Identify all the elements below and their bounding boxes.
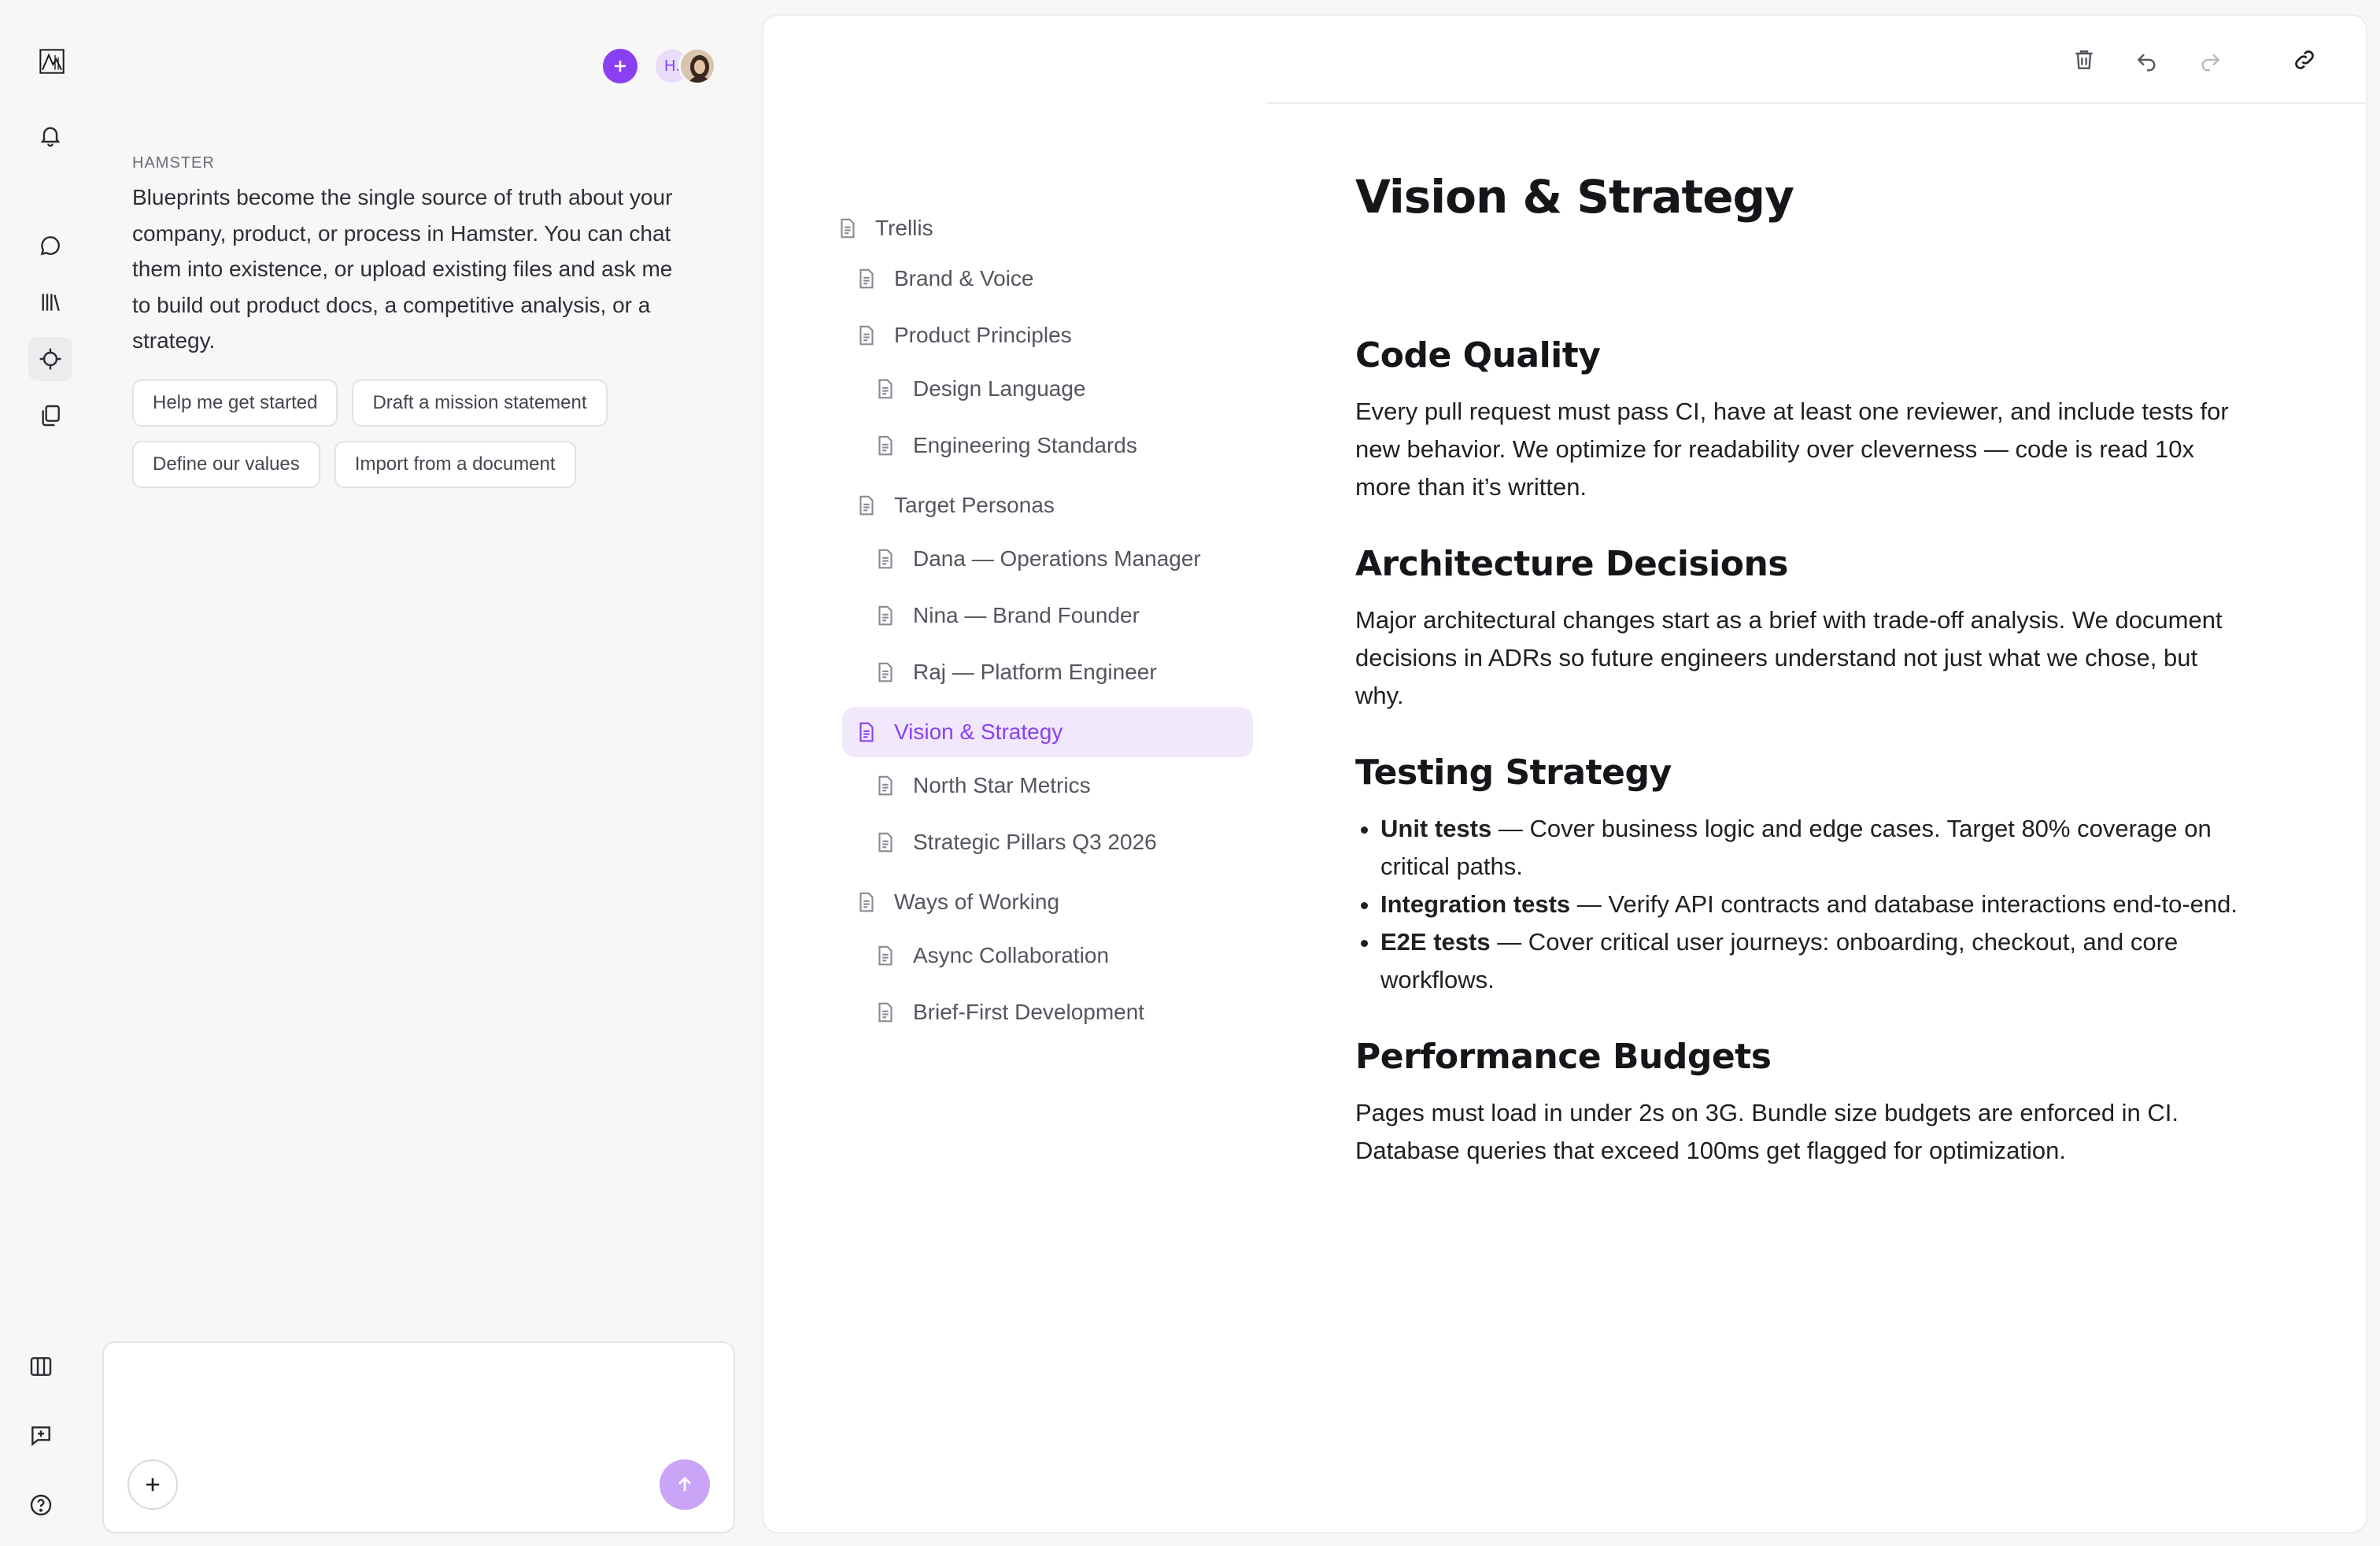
- assistant-message: Blueprints become the single source of t…: [132, 185, 673, 353]
- document-icon: [878, 379, 893, 399]
- tree-item-target-personas[interactable]: Target Personas: [836, 480, 1261, 531]
- list-item-text: — Cover business logic and edge cases. T…: [1380, 815, 2212, 880]
- chip-define-values[interactable]: Define our values: [132, 441, 320, 488]
- tree-item-label: Vision & Strategy: [894, 719, 1063, 744]
- document-content[interactable]: Vision & Strategy Code Quality Every pul…: [1355, 170, 2252, 1170]
- new-message-icon[interactable]: [25, 1420, 57, 1452]
- list-item-label: Integration tests: [1380, 890, 1571, 918]
- tree-item-label: Async Collaboration: [913, 943, 1110, 967]
- document-icon: [878, 945, 893, 966]
- document-icon: [859, 268, 874, 289]
- testing-list: Unit tests — Cover business logic and ed…: [1355, 810, 2252, 999]
- list-item: Integration tests — Verify API contracts…: [1380, 886, 2252, 923]
- document-icon: [878, 1002, 893, 1023]
- section-paragraph: Major architectural changes start as a b…: [1355, 606, 2223, 709]
- avatar-group[interactable]: H.: [653, 47, 716, 85]
- document-icon: [878, 775, 893, 796]
- chat-icon[interactable]: [35, 230, 66, 261]
- tree-item-label: Nina — Brand Founder: [913, 603, 1140, 627]
- tree-item-persona-raj[interactable]: Raj — Platform Engineer: [836, 644, 1261, 701]
- chip-import-document[interactable]: Import from a document: [334, 441, 576, 488]
- document-icon: [859, 325, 874, 346]
- tree-item-product-principles[interactable]: Product Principles: [836, 310, 1261, 361]
- tree-item-design-language[interactable]: Design Language: [836, 361, 1261, 417]
- list-item: E2E tests — Cover critical user journeys…: [1380, 923, 2252, 999]
- section-heading: Architecture Decisions: [1355, 544, 1788, 584]
- copy-icon[interactable]: [35, 400, 66, 431]
- tree-item-label: Raj — Platform Engineer: [913, 660, 1157, 684]
- tree-item-label: Design Language: [913, 376, 1086, 401]
- tree-item-label: Brand & Voice: [894, 266, 1034, 290]
- new-chat-button[interactable]: [603, 49, 638, 83]
- section-heading: Testing Strategy: [1355, 753, 1672, 793]
- tree-item-brief-first[interactable]: Brief-First Development: [836, 984, 1261, 1041]
- document-icon: [878, 435, 893, 456]
- tree-item-persona-dana[interactable]: Dana — Operations Manager: [836, 531, 1261, 587]
- crosshair-icon[interactable]: [28, 337, 72, 381]
- chip-get-started[interactable]: Help me get started: [132, 379, 338, 427]
- tree-item-label: Engineering Standards: [913, 433, 1137, 457]
- tree-item-brand-voice[interactable]: Brand & Voice: [836, 253, 1261, 304]
- tree-item-trellis[interactable]: Trellis: [836, 203, 1261, 253]
- document-icon: [859, 495, 874, 516]
- link-icon[interactable]: [2287, 43, 2322, 77]
- document-icon: [859, 892, 874, 912]
- attach-button[interactable]: [128, 1459, 178, 1510]
- chat-composer[interactable]: [102, 1341, 735, 1533]
- section-paragraph: Pages must load in under 2s on 3G. Bundl…: [1355, 1099, 2179, 1164]
- tree-item-label: Target Personas: [894, 493, 1055, 517]
- chat-panel: H. HAMSTER Blueprints become the single …: [102, 0, 748, 1546]
- tree-item-async-collaboration[interactable]: Async Collaboration: [836, 927, 1261, 984]
- section-heading: Performance Budgets: [1355, 1037, 1772, 1077]
- document-icon: [841, 218, 855, 239]
- tree-item-vision-strategy[interactable]: Vision & Strategy: [842, 707, 1253, 757]
- logo-icon[interactable]: [33, 43, 71, 80]
- chip-mission-statement[interactable]: Draft a mission statement: [352, 379, 608, 427]
- list-item-text: — Verify API contracts and database inte…: [1570, 890, 2238, 918]
- page-title: Vision & Strategy: [1355, 170, 1794, 224]
- tree-item-label: Ways of Working: [894, 890, 1060, 914]
- list-item-label: Unit tests: [1380, 815, 1492, 842]
- list-item: Unit tests — Cover business logic and ed…: [1380, 810, 2252, 886]
- document-panel: Trellis Brand & Voice Product Principles…: [762, 14, 2367, 1533]
- columns-icon[interactable]: [25, 1351, 57, 1382]
- tree-item-label: North Star Metrics: [913, 773, 1091, 797]
- undo-icon[interactable]: [2130, 43, 2164, 77]
- list-item-label: E2E tests: [1380, 928, 1491, 956]
- document-toolbar: [1267, 16, 2366, 104]
- tree-item-north-star[interactable]: North Star Metrics: [836, 757, 1261, 814]
- chat-top-actions: H.: [603, 47, 716, 85]
- help-icon[interactable]: [25, 1489, 57, 1521]
- redo-icon[interactable]: [2193, 43, 2227, 77]
- library-icon[interactable]: [35, 287, 66, 318]
- message-sender: HAMSTER: [132, 154, 215, 172]
- tree-item-strategic-pillars[interactable]: Strategic Pillars Q3 2026: [836, 814, 1261, 871]
- tree-item-ways-of-working[interactable]: Ways of Working: [836, 877, 1261, 927]
- trash-icon[interactable]: [2067, 43, 2101, 77]
- document-icon: [878, 662, 893, 682]
- tree-item-label: Dana — Operations Manager: [913, 546, 1201, 571]
- suggestion-chips: Help me get started Draft a mission stat…: [132, 379, 699, 488]
- tree-item-persona-nina[interactable]: Nina — Brand Founder: [836, 587, 1261, 644]
- tree-item-label: Product Principles: [894, 323, 1072, 347]
- section-heading: Code Quality: [1355, 335, 1601, 375]
- document-icon: [878, 605, 893, 626]
- blueprint-tree: Trellis Brand & Voice Product Principles…: [836, 203, 1261, 1041]
- tree-item-label: Brief-First Development: [913, 1000, 1145, 1024]
- tree-item-engineering-standards[interactable]: Engineering Standards: [836, 417, 1261, 474]
- list-item-text: — Cover critical user journeys: onboardi…: [1380, 928, 2179, 993]
- send-button[interactable]: [660, 1459, 710, 1510]
- document-icon: [878, 832, 893, 853]
- tree-item-label: Trellis: [875, 216, 933, 240]
- document-icon: [859, 722, 874, 742]
- tree-item-label: Strategic Pillars Q3 2026: [913, 830, 1157, 854]
- section-paragraph: Every pull request must pass CI, have at…: [1355, 398, 2229, 501]
- left-rail: [0, 0, 102, 1546]
- document-icon: [878, 549, 893, 569]
- avatar-user: [678, 47, 716, 85]
- bell-icon[interactable]: [35, 120, 66, 151]
